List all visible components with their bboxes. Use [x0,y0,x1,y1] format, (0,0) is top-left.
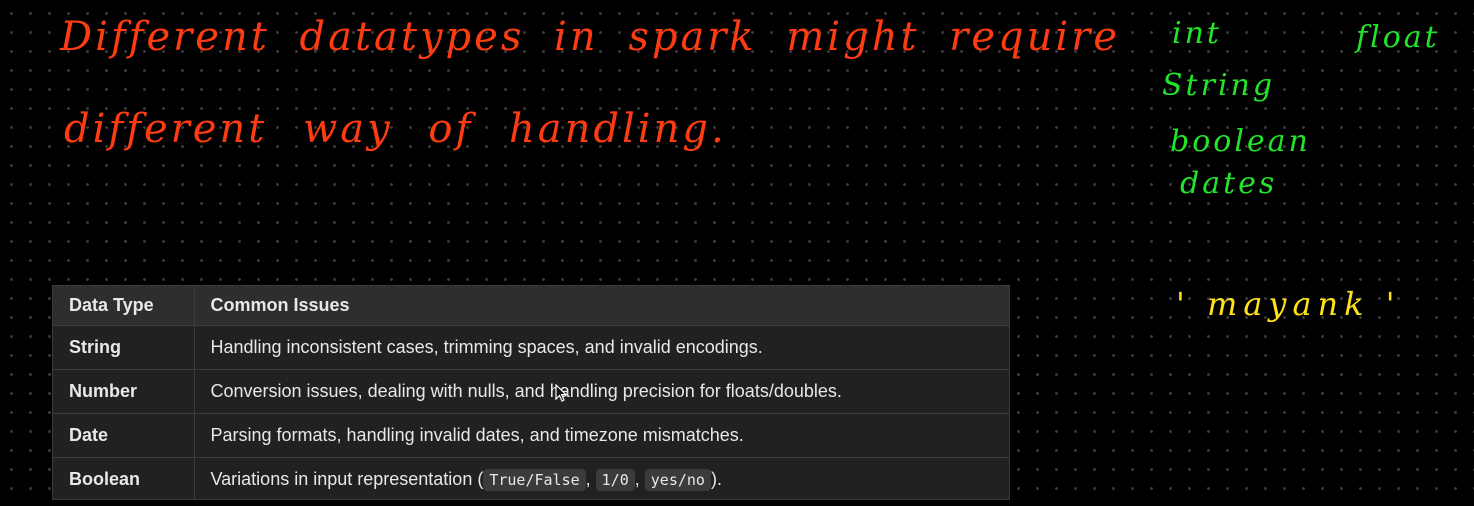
table-header-row: Data Type Common Issues [53,286,1009,326]
issue-cell: Variations in input representation (True… [193,457,1009,499]
separator: , [585,469,596,489]
separator: , [634,469,645,489]
issue-cell: Handling inconsistent cases, trimming sp… [193,325,1009,370]
type-cell: Boolean [69,469,141,489]
handwritten-type-dates: dates [1180,166,1278,201]
data-type-issues-table: Data Type Common Issues String Handling … [52,285,1010,500]
code-true-false: True/False [483,469,586,491]
table-row: Number Conversion issues, dealing with n… [53,369,1009,414]
handwritten-type-float: float [1356,20,1440,55]
handwritten-note-line-1: Different datatypes in spark might requi… [60,14,1121,60]
table-row: Boolean Variations in input representati… [53,457,1009,499]
table-row: Date Parsing formats, handling invalid d… [53,413,1009,458]
issue-cell: Conversion issues, dealing with nulls, a… [193,369,1009,414]
handwritten-type-boolean: boolean [1170,124,1311,159]
header-data-type: Data Type [53,286,194,326]
issues-table: Data Type Common Issues String Handling … [53,286,1009,499]
handwritten-type-string: String [1162,68,1276,103]
code-yes-no: yes/no [644,469,711,491]
type-cell: Number [53,369,194,414]
table-row: String Handling inconsistent cases, trim… [53,325,1009,370]
code-one-zero: 1/0 [595,469,635,491]
type-cell: String [53,325,194,370]
issue-cell: Parsing formats, handling invalid dates,… [193,413,1009,458]
handwritten-note-line-2: different way of handling. [64,106,727,152]
type-cell: Date [53,413,194,458]
mouse-pointer-icon [555,384,567,402]
handwritten-type-int: int [1172,16,1222,51]
issue-text-prefix: Variations in input representation ( [210,469,484,489]
handwritten-string-example: ' mayank ' [1176,285,1401,323]
issue-text-suffix: ). [710,469,722,489]
header-common-issues: Common Issues [193,286,1009,326]
